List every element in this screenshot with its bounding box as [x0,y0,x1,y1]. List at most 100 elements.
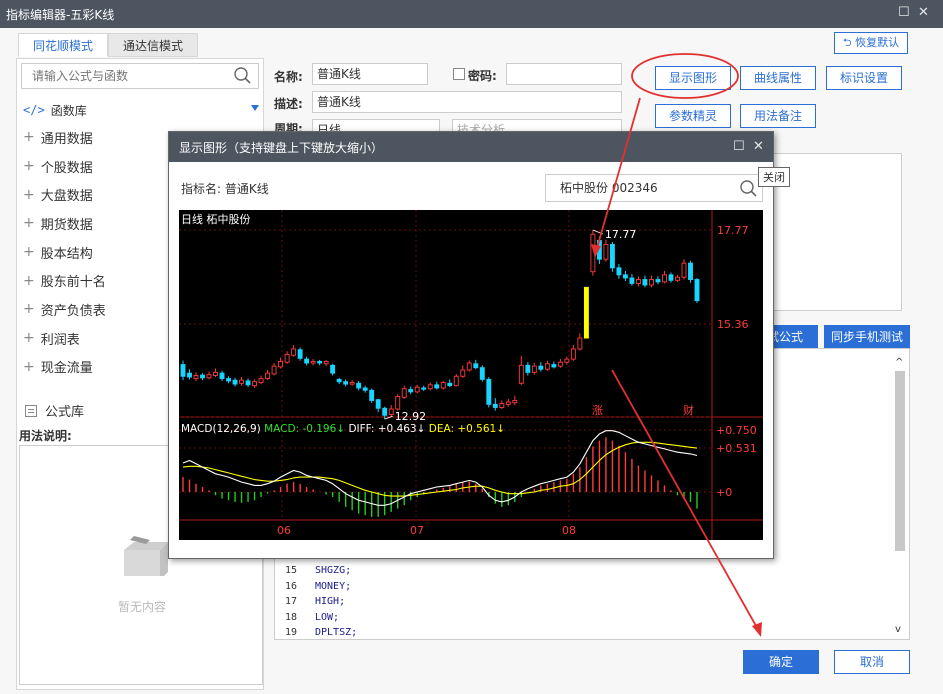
candle [629,277,635,284]
function-library[interactable]: </> 函数库 [23,99,259,121]
tab-ths-mode[interactable]: 同花顺模式 [18,33,109,57]
candle [271,365,277,375]
candle [531,365,537,373]
candle [681,262,687,278]
password-field[interactable] [506,63,622,85]
candle [369,389,375,401]
expand-icon: + [23,244,35,261]
candle [226,378,231,382]
line-number: 18 [285,611,298,623]
candle [343,381,349,385]
candle [232,379,238,385]
formula-library[interactable]: 公式库 [25,401,84,420]
cancel-button[interactable]: 取消 [834,650,910,674]
code-line: 17 HIGH; [285,596,357,612]
formula-library-label: 公式库 [45,405,85,420]
desc-label: 描述: [274,97,303,111]
candle [570,348,576,360]
mode-tabs: 同花顺模式 通达信模式 [18,33,199,57]
price-tick-label: 17.77 [717,224,749,237]
candle [239,379,245,384]
candle [323,360,329,365]
candle [551,364,557,368]
desc-field[interactable]: 普通K线 [312,91,622,113]
candle [544,363,550,370]
scroll-up-icon[interactable]: ^ [895,357,903,368]
dialog-maximize-icon[interactable]: ☐ [733,139,745,154]
usage-note-button[interactable]: 用法备注 [740,104,816,128]
indicator-label-text: 指标名: [181,182,222,196]
window-title: 指标编辑器-五彩K线 [6,7,115,22]
search-icon[interactable] [234,67,252,85]
candle [362,387,368,391]
code-line: 19 DPLTSZ; [285,627,357,643]
function-library-label: 函数库 [50,103,87,118]
candle [395,396,401,410]
candle [219,372,225,380]
candle [538,365,544,370]
macd-value: MACD(12,26,9) [181,423,264,435]
candle [557,361,563,367]
candle [694,279,700,302]
password-checkbox[interactable] [453,68,465,80]
dialog-close-icon[interactable]: ✕ [753,139,764,154]
candle [265,372,271,380]
param-wizard-button[interactable]: 参数精灵 [655,104,731,128]
expand-icon: + [23,186,35,203]
sync-mobile-button[interactable]: 同步手机测试 [824,325,910,349]
candle [564,358,570,363]
tab-tdx-mode[interactable]: 通达信模式 [108,33,199,57]
candle [635,279,641,284]
candle [603,243,609,260]
candle [583,286,589,339]
tree-item-label: 股东前十名 [40,275,106,291]
candle [596,240,602,260]
ok-button[interactable]: 确定 [743,650,819,674]
restore-default-button[interactable]: ⮌ 恢复默认 [834,32,908,54]
line-number: 19 [285,627,298,638]
candle [688,262,693,280]
close-tooltip: 关闭 [758,167,790,187]
expand-icon: + [23,129,35,146]
line-code: HIGH; [315,596,346,607]
tree-item-label: 期货数据 [40,217,93,233]
scrollbar-thumb[interactable] [895,371,905,551]
editor-scrollbar[interactable]: ^ v [893,357,907,635]
candle [408,389,414,393]
candle [401,388,407,398]
indicator-label: 指标名: 普通K线 [181,180,269,197]
window-titlebar: 指标编辑器-五彩K线 ☐ ✕ [0,0,943,28]
show-chart-button[interactable]: 显示图形 [655,66,731,90]
stock-search-field[interactable]: 柘中股份 002346 [545,174,763,202]
macd-value: MACD: -0.196↓ [264,423,348,435]
stock-search-value: 柘中股份 002346 [560,181,658,195]
candle [330,364,336,374]
indicator-value: 普通K线 [224,182,269,196]
expand-icon: + [23,158,35,175]
candle [180,364,186,377]
candle [453,375,459,387]
kline-chart[interactable]: 日线 柘中股份 17.77 15.36 17.77 12.92 涨 财 MACD(12,26,… [179,210,763,540]
close-icon[interactable]: ✕ [918,5,929,20]
scroll-down-icon[interactable]: v [895,624,901,635]
list-icon [25,404,37,417]
event-marker: 财 [683,403,694,417]
time-tick-label: 07 [410,524,424,537]
line-code: DPLTSZ; [315,627,358,638]
macd-value: DIFF: +0.463↓ [348,423,428,435]
line-props-button[interactable]: 曲线属性 [740,66,816,90]
mark-settings-button[interactable]: 标识设置 [826,66,902,90]
candle [577,337,583,350]
code-line: 16 MONEY; [285,581,357,597]
search-input[interactable] [22,64,222,88]
stock-search-icon[interactable] [740,180,758,198]
expand-icon: + [23,358,35,375]
candle [512,399,518,404]
candle [213,371,218,376]
candle [616,267,622,276]
candle [518,364,524,384]
time-tick-label: 08 [562,524,576,537]
name-field[interactable]: 普通K线 [312,63,428,85]
event-marker: 涨 [592,404,603,417]
maximize-icon[interactable]: ☐ [898,5,910,20]
